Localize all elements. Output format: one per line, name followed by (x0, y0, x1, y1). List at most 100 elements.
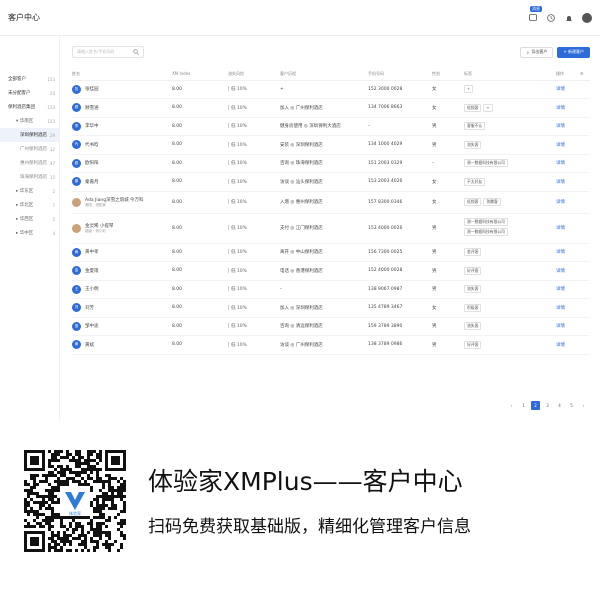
sidebar-item[interactable]: 全部客户 153 (0, 72, 59, 86)
customer-name[interactable]: Ada Jiang深雪之琅城 今万科 (85, 197, 144, 203)
user-avatar[interactable] (582, 12, 592, 23)
prev-page-button[interactable]: ‹ (507, 401, 516, 410)
detail-link[interactable]: 详情 (556, 335, 580, 355)
clock-icon[interactable] (546, 13, 556, 23)
table-row[interactable]: 金灵晞 小提琴 超级 · 领小彩 8.00 低 10% 支付 ◎ 江门保利酒店 153 4… (72, 213, 590, 244)
tag[interactable]: 低频客 (464, 198, 482, 206)
export-button[interactable]: ⇩ 导出客户 (520, 46, 554, 58)
detail-link[interactable]: 详情 (556, 243, 580, 262)
tag[interactable]: 好评客 (464, 266, 482, 275)
churn-risk: 低 10% (228, 172, 280, 192)
tag[interactable]: 测一数据科技有限公司 (464, 228, 508, 236)
customer-subtitle: 超级 · 领小彩 (85, 228, 106, 233)
customer-name[interactable]: 代书晗 (85, 142, 99, 148)
sidebar-item[interactable]: 保利酒店集团 133 (0, 100, 59, 114)
detail-link[interactable]: 详情 (556, 172, 580, 192)
phone-number: 159 3789 3890 (368, 317, 432, 336)
detail-link[interactable]: 详情 (556, 191, 580, 214)
tag[interactable]: 熟腾客 (483, 198, 501, 206)
column-header[interactable]: 姓名 (72, 68, 172, 81)
detail-link[interactable]: 详情 (556, 98, 580, 118)
detail-link[interactable]: 详情 (556, 317, 580, 336)
column-header[interactable]: XM Index (172, 68, 228, 81)
page-button[interactable]: 4 (555, 401, 564, 410)
customer-name[interactable]: 黄斌 (85, 342, 94, 348)
table-row[interactable]: 秦秦嘉月 8.00 低 10% 访谈 ◎ 汕头保利酒店 153 2003 4026 女不太… (72, 172, 590, 192)
tag[interactable]: 积极客 (464, 303, 482, 312)
sidebar-item[interactable]: ▸ 华北区 7 (0, 198, 59, 212)
phone-number: 153 4000 0026 (368, 213, 432, 244)
page-button[interactable]: 1 (519, 401, 528, 410)
tag[interactable]: + (483, 103, 493, 112)
column-header[interactable]: 流失风险 (228, 68, 280, 81)
customer-name[interactable]: 李华中 (85, 123, 99, 129)
customer-name[interactable]: 黄中孝 (85, 249, 99, 255)
tag[interactable]: 客服不认 (464, 122, 486, 131)
customer-name[interactable]: 秦嘉月 (85, 179, 99, 185)
customer-name[interactable]: 金夏雨 (85, 268, 99, 274)
detail-link[interactable]: 详情 (556, 135, 580, 155)
customer-name[interactable]: 王小明 (85, 286, 99, 292)
sidebar-item[interactable]: ▾ 华南区 123 (0, 114, 59, 128)
table-row[interactable]: 金金夏雨 8.00 低 10% 电话 ◎ 香港保利酒店 152 4000 0028 男好评… (72, 261, 590, 281)
tag[interactable]: 流失客 (464, 140, 482, 149)
customer-name[interactable]: 金灵晞 小提琴 (85, 223, 113, 229)
sidebar-item[interactable]: ▸ 华中区 4 (0, 226, 59, 240)
table-row[interactable]: 顾顾雪涵 8.00 低 10% 加入 ◎ 广州保利酒店 134 7006 8663 女低频… (72, 98, 590, 118)
table-row[interactable]: 邹邹中途 8.00 低 10% 咨询 ◎ 清远保利酒店 159 3789 3890 男流失… (72, 317, 590, 336)
customer-name[interactable]: 张桂园 (85, 86, 99, 92)
sidebar-item[interactable]: ▸ 华西区 2 (0, 212, 59, 226)
detail-link[interactable]: 详情 (556, 261, 580, 281)
churn-risk: 低 10% (228, 280, 280, 299)
sidebar-item-label: 未分配客户 (8, 91, 31, 96)
qr-code[interactable]: 体验家 (24, 450, 126, 552)
tag[interactable]: 不太好友 (464, 177, 486, 186)
tag[interactable]: 测一数据科技有限公司 (464, 218, 508, 226)
tag[interactable]: 好评客 (464, 340, 482, 349)
promo-title: 体验家XMPlus——客户中心 (148, 467, 463, 496)
tag[interactable]: 差评客 (464, 248, 482, 257)
sidebar-item[interactable]: 惠州保利酒店 47 (0, 156, 59, 170)
search-icon[interactable] (133, 48, 139, 56)
detail-link[interactable]: 详情 (556, 80, 580, 99)
tag[interactable]: 测一数据科技有限公司 (464, 159, 508, 168)
message-icon[interactable]: 消息 (528, 5, 542, 23)
column-settings-icon[interactable]: ⚙ (580, 68, 590, 81)
bell-icon[interactable] (564, 13, 574, 23)
table-row[interactable]: 欧欧阳阳 8.00 低 10% 咨询 ◎ 珠海保利酒店 151 2003 0329– 测一… (72, 154, 590, 173)
search-input[interactable]: 请输入姓名/手机号码 (72, 46, 144, 58)
sidebar-item[interactable]: 珠海保利酒店 15 (0, 170, 59, 184)
customer-name[interactable]: 欧阳阳 (85, 160, 99, 166)
sidebar-item[interactable]: 广州保利酒店 32 (0, 142, 59, 156)
table-row[interactable]: 张张桂园 8.00 低 10% +152 3000 0028 女 + 详情 (72, 80, 590, 99)
table-row[interactable]: 刘刘芳 8.00 低 10% 加入 ◎ 深圳保利酒店 135 4789 3467 女积极客… (72, 298, 590, 318)
tag[interactable]: 流失客 (464, 285, 482, 294)
detail-link[interactable]: 详情 (556, 213, 580, 244)
sidebar-item[interactable]: ▸ 华东区 2 (0, 184, 59, 198)
detail-link[interactable]: 详情 (556, 154, 580, 173)
table-row[interactable]: 代代书晗 8.00 低 10% 安装 ◎ 深圳保利酒店 134 1000 4029 男流失… (72, 135, 590, 155)
spacer (580, 191, 590, 214)
table-row[interactable]: 李李华中 8.00 低 10% 健身房使用 ◎ 深圳保利大酒店 – 男客服不认 详情 (72, 117, 590, 136)
table-row[interactable]: 黄黄中孝 8.00 低 10% 离开 ◎ 中山保利酒店 156 7300 0025 男差评… (72, 243, 590, 262)
page-button[interactable]: 3 (543, 401, 552, 410)
sidebar-item[interactable]: 未分配客户 20 (0, 86, 59, 100)
avatar: 秦 (72, 177, 81, 187)
customer-name[interactable]: 刘芳 (85, 305, 94, 311)
tag[interactable]: 低频客 (464, 103, 482, 112)
page-button[interactable]: 5 (567, 401, 576, 410)
customer-name[interactable]: 顾雪涵 (85, 105, 99, 111)
table-row[interactable]: Ada Jiang深雪之琅城 今万科 简阳 · 领航家 8.00 低 10% 入增 ◎ … (72, 191, 590, 214)
detail-link[interactable]: 详情 (556, 280, 580, 299)
tag[interactable]: 流失客 (464, 322, 482, 331)
next-page-button[interactable]: › (579, 401, 588, 410)
sidebar-item[interactable]: 深圳保利酒店 29 (0, 128, 59, 142)
page-button[interactable]: 2 (531, 401, 540, 410)
table-row[interactable]: 王王小明 8.00 低 10% –138 9067 0987 男流失客 详情 (72, 280, 590, 299)
detail-link[interactable]: 详情 (556, 298, 580, 318)
detail-link[interactable]: 详情 (556, 117, 580, 136)
customer-name[interactable]: 邹中途 (85, 323, 99, 329)
table-row[interactable]: 黄黄斌 8.00 低 10% 访谈 ◎ 广州保利酒店 138 3789 0986 男好评客… (72, 335, 590, 355)
tag[interactable]: + (464, 85, 474, 94)
new-customer-button[interactable]: + 新建客户 (557, 46, 590, 58)
